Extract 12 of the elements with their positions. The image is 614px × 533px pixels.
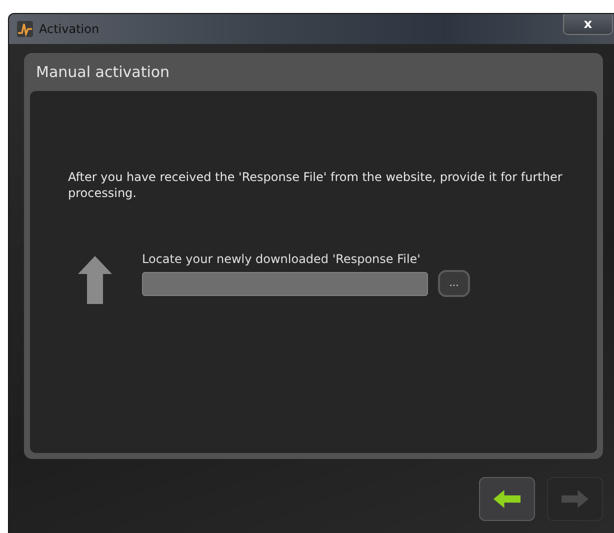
back-button[interactable]	[479, 477, 535, 521]
instruction-text: After you have received the 'Response File' from the website, provide it for further processing.	[68, 169, 564, 201]
left-arrow-icon	[493, 490, 521, 508]
panel-title: Manual activation	[35, 62, 171, 83]
file-path-field[interactable]	[142, 272, 428, 296]
right-arrow-icon	[561, 490, 589, 508]
browse-button[interactable]: ...	[438, 270, 470, 297]
up-arrow-icon	[78, 256, 112, 304]
close-button[interactable]: x	[563, 14, 613, 35]
window-title: Activation	[39, 22, 100, 36]
app-icon	[17, 21, 33, 37]
file-label: Locate your newly downloaded 'Response File'	[142, 252, 422, 266]
